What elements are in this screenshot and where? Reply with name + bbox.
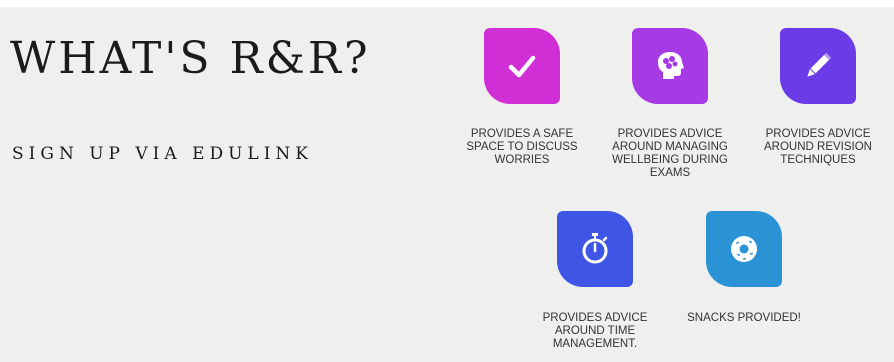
feature-caption-revision: PROVIDES ADVICE AROUND REVISION TECHNIQU… (764, 128, 872, 166)
feature-tile-time-management (557, 211, 633, 287)
checkmark-icon (508, 55, 536, 78)
donut-icon (731, 236, 757, 262)
feature-caption-time-management: PROVIDES ADVICE AROUND TIME MANAGEMENT. (542, 312, 648, 350)
pencil-icon (807, 52, 832, 77)
feature-tile-snacks (706, 211, 782, 287)
feature-tile-revision (780, 28, 856, 104)
brain-icon (658, 52, 684, 79)
feature-caption-safe-space: PROVIDES A SAFE SPACE TO DISCUSS WORRIES (466, 128, 578, 166)
feature-tile-wellbeing (632, 28, 708, 104)
page-subtitle: SIGN UP VIA EDULINK (12, 144, 314, 164)
feature-caption-snacks: SNACKS PROVIDED! (687, 312, 801, 324)
page-title: WHAT'S R&R? (10, 33, 371, 84)
slide: WHAT'S R&R? SIGN UP VIA EDULINK PROVIDES… (0, 7, 894, 362)
feature-caption-wellbeing: PROVIDES ADVICE AROUND MANAGING WELLBEIN… (612, 128, 728, 179)
stopwatch-icon (582, 233, 608, 264)
feature-tile-safe-space (484, 28, 560, 104)
